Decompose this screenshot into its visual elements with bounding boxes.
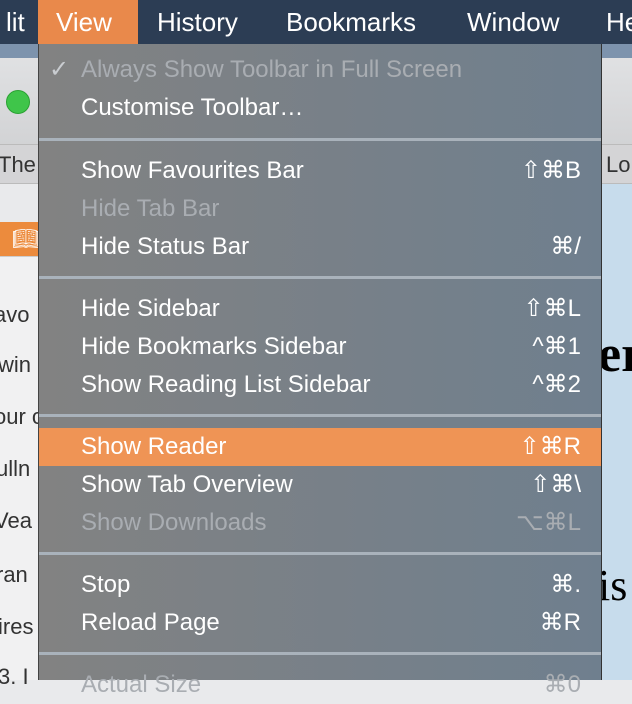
menu-item-actual-size: Actual Size ⌘0 — [81, 671, 581, 698]
menu-item-always-show-toolbar: ✓ Always Show Toolbar in Full Screen — [39, 51, 601, 89]
sidebar-item[interactable]: Vea — [0, 508, 32, 534]
view-menu: ✓ Always Show Toolbar in Full Screen Cust… — [38, 44, 602, 698]
zoom-window-button[interactable] — [6, 90, 30, 114]
sidebar-item[interactable]: win — [0, 352, 31, 378]
menu-separator — [39, 652, 601, 655]
menu-view[interactable]: View — [38, 0, 138, 44]
menu-window[interactable]: Window — [449, 0, 577, 44]
page-text-fragment: is — [598, 561, 628, 610]
sidebar-item[interactable]: ulln — [0, 456, 30, 482]
sidebar-item[interactable]: 3. I — [0, 664, 29, 690]
menu-item-hide-tab-bar: Hide Tab Bar — [81, 195, 220, 222]
page-heading-fragment: er — [598, 326, 632, 383]
menu-item-hide-bookmarks-sidebar[interactable]: Hide Bookmarks Sidebar ^⌘1 — [39, 328, 601, 366]
menu-separator — [39, 138, 601, 141]
sidebar-item[interactable]: our c — [0, 404, 43, 430]
book-icon: 📖︎ — [12, 226, 40, 251]
menu-separator — [39, 414, 601, 417]
menu-separator — [39, 552, 601, 555]
sidebar-item[interactable]: ires — [0, 614, 33, 640]
menu-bar: lit View History Bookmarks Window He — [0, 0, 632, 44]
menu-help[interactable]: He — [588, 0, 632, 44]
sidebar-item[interactable]: avo — [0, 302, 29, 328]
menu-item-customise-toolbar[interactable]: Customise Toolbar… — [39, 89, 601, 127]
menu-item-hide-sidebar[interactable]: Hide Sidebar ⇧⌘L — [39, 290, 601, 328]
favourite-item[interactable]: Lo — [606, 152, 630, 178]
menu-item-hide-status-bar[interactable]: Hide Status Bar ⌘/ — [39, 228, 601, 266]
menu-separator — [39, 276, 601, 279]
menu-item-show-reading-list-sidebar[interactable]: Show Reading List Sidebar ^⌘2 — [39, 366, 601, 404]
sidebar-item[interactable]: ran — [0, 562, 28, 588]
menu-item-reload-page[interactable]: Reload Page ⌘R — [39, 604, 601, 642]
checkmark-icon: ✓ — [49, 56, 70, 83]
menu-history[interactable]: History — [139, 0, 256, 44]
menu-item-show-downloads: Show Downloads ⌥⌘L — [81, 509, 581, 536]
menu-bookmarks[interactable]: Bookmarks — [268, 0, 434, 44]
menu-item-show-favourites-bar[interactable]: Show Favourites Bar ⇧⌘B — [39, 152, 601, 190]
menu-item-show-tab-overview[interactable]: Show Tab Overview ⇧⌘\ — [39, 466, 601, 504]
menu-edit[interactable]: lit — [0, 0, 43, 44]
menu-item-show-reader[interactable]: Show Reader ⇧⌘R — [39, 428, 601, 466]
menu-item-stop[interactable]: Stop ⌘. — [39, 566, 601, 604]
